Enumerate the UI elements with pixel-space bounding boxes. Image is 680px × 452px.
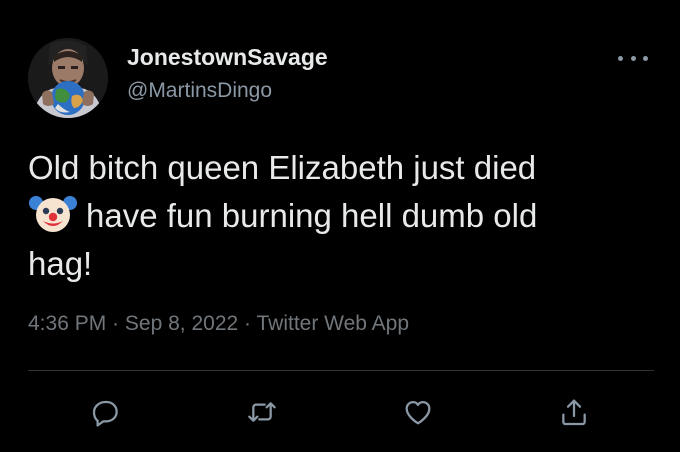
tweet-time[interactable]: 4:36 PM bbox=[28, 312, 106, 335]
tweet-source[interactable]: Twitter Web App bbox=[256, 312, 409, 335]
meta-separator: · bbox=[244, 312, 252, 335]
more-dot bbox=[618, 55, 623, 61]
author-handle[interactable]: @MartinsDingo bbox=[127, 79, 272, 103]
tweet-text: Old bitch queen Elizabeth just died have… bbox=[28, 144, 658, 288]
heart-icon bbox=[405, 401, 431, 425]
tweet-metadata: 4:36 PM · Sep 8, 2022 · Twitter Web App bbox=[28, 312, 409, 336]
tweet: JonestownSavage @MartinsDingo Old bitch … bbox=[0, 0, 680, 452]
more-options-icon[interactable] bbox=[616, 48, 650, 68]
tweet-text-line: hag! bbox=[28, 245, 93, 282]
reply-icon bbox=[92, 400, 118, 427]
divider bbox=[28, 370, 654, 371]
tweet-date[interactable]: Sep 8, 2022 bbox=[125, 312, 238, 335]
action-bar bbox=[0, 392, 680, 432]
more-dot bbox=[643, 55, 648, 61]
author-display-name[interactable]: JonestownSavage bbox=[127, 44, 328, 71]
tweet-text-line: Old bitch queen Elizabeth just died bbox=[28, 149, 537, 186]
tweet-text-segment: have fun burning hell dumb old bbox=[86, 197, 538, 234]
tweet-text-line: have fun burning hell dumb old bbox=[28, 192, 658, 240]
meta-separator: · bbox=[112, 312, 120, 335]
avatar[interactable] bbox=[28, 38, 108, 118]
retweet-button[interactable] bbox=[242, 392, 282, 432]
retweet-icon bbox=[248, 402, 276, 422]
reply-button[interactable] bbox=[86, 392, 126, 432]
clown-face-icon bbox=[29, 196, 77, 232]
share-button[interactable] bbox=[554, 392, 594, 432]
avatar-image bbox=[28, 38, 108, 118]
like-button[interactable] bbox=[398, 392, 438, 432]
share-icon bbox=[562, 399, 586, 426]
more-dot bbox=[630, 55, 636, 61]
